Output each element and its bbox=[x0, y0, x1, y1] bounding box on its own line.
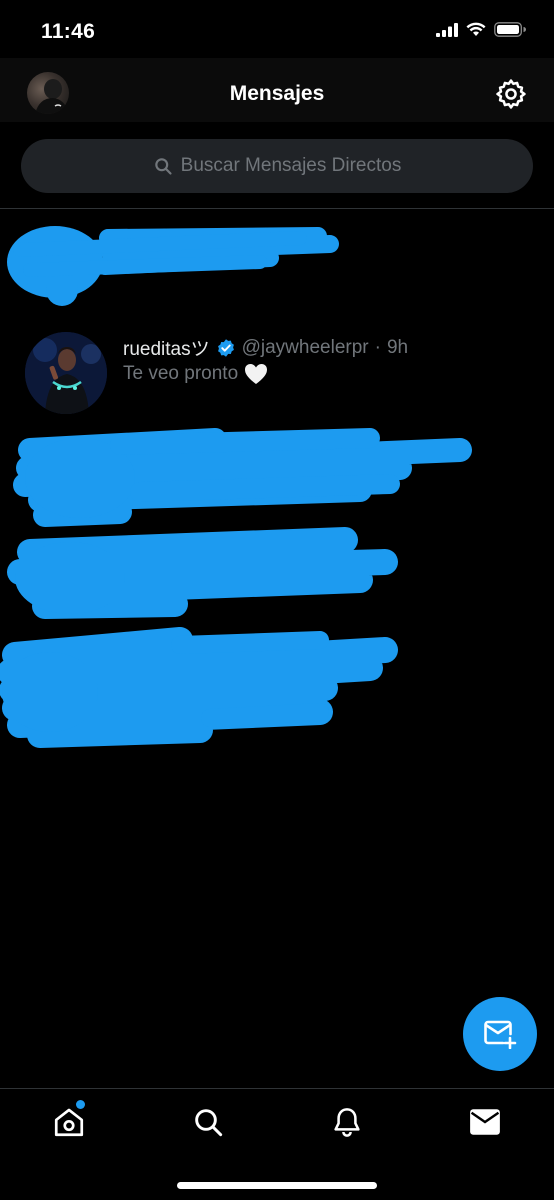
redacted-row-1 bbox=[7, 226, 339, 306]
gear-icon bbox=[496, 79, 526, 109]
search-icon bbox=[154, 158, 172, 175]
home-notification-dot bbox=[76, 1100, 85, 1109]
search-input[interactable]: Buscar Mensajes Directos bbox=[21, 139, 533, 193]
settings-button[interactable] bbox=[494, 77, 528, 111]
last-message: Te veo pronto bbox=[123, 363, 239, 384]
verified-badge-icon bbox=[217, 338, 234, 357]
battery-icon bbox=[494, 22, 526, 37]
header-divider bbox=[0, 208, 554, 209]
nav-notifications[interactable] bbox=[327, 1102, 367, 1142]
home-indicator bbox=[177, 1182, 377, 1189]
redacted-row-3 bbox=[7, 527, 398, 619]
status-icons bbox=[436, 22, 526, 37]
messages-icon bbox=[470, 1109, 500, 1135]
home-icon bbox=[54, 1108, 84, 1137]
status-time: 11:46 bbox=[41, 20, 96, 43]
redacted-row-2 bbox=[13, 428, 472, 527]
conversation-header: rueditasツ @jaywheelerpr · 9h bbox=[123, 334, 408, 361]
nav-divider bbox=[0, 1088, 554, 1089]
conversation-name: rueditasツ bbox=[123, 339, 210, 360]
new-message-icon bbox=[484, 1020, 517, 1049]
conversation-preview[interactable]: Te veo pronto bbox=[123, 363, 268, 385]
nav-search[interactable] bbox=[188, 1102, 228, 1142]
avatar-photo bbox=[25, 332, 107, 414]
heart-icon bbox=[245, 364, 268, 384]
wifi-icon bbox=[466, 22, 486, 36]
new-message-button[interactable] bbox=[463, 997, 537, 1071]
redacted-row-4 bbox=[0, 627, 398, 748]
search-icon bbox=[195, 1109, 223, 1137]
separator-dot: · bbox=[374, 336, 381, 358]
conversation-time: 9h bbox=[386, 336, 409, 358]
page-title: Mensajes bbox=[229, 82, 325, 105]
nav-messages[interactable] bbox=[465, 1102, 505, 1142]
signal-icon bbox=[436, 22, 458, 37]
search-placeholder: Buscar Mensajes Directos bbox=[180, 155, 402, 176]
conversation-handle: @jaywheelerpr bbox=[241, 336, 369, 358]
notifications-icon bbox=[334, 1108, 360, 1137]
conversation-avatar[interactable] bbox=[25, 332, 107, 414]
